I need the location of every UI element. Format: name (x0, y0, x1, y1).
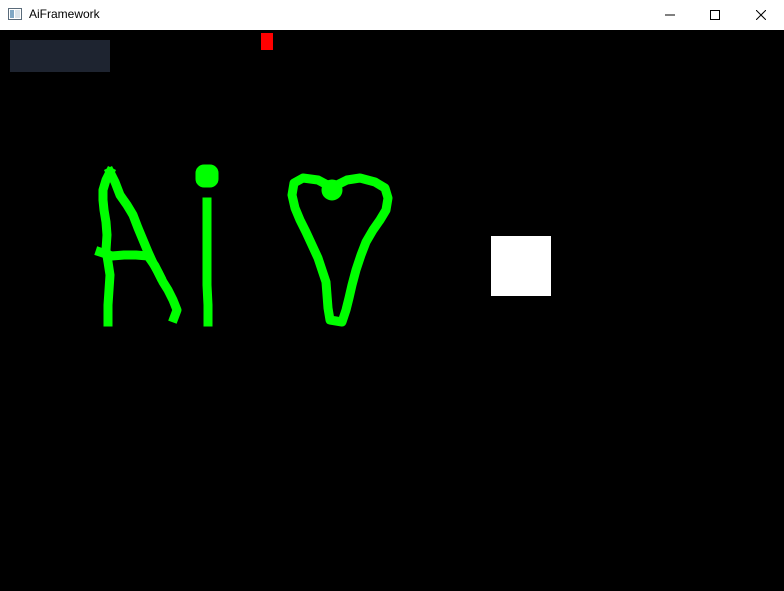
window-title: AiFramework (29, 7, 100, 21)
white-square (491, 236, 551, 296)
stroke-letter-i-dot (195, 164, 219, 188)
green-strokes (94, 164, 393, 327)
stroke-letter-i-stem (202, 197, 213, 327)
minimize-button[interactable] (647, 0, 693, 30)
maximize-button[interactable] (692, 0, 738, 30)
close-button[interactable] (738, 0, 784, 30)
title-bar[interactable]: AiFramework (0, 0, 784, 30)
app-window-icon (8, 8, 22, 20)
app-window: AiFramework (0, 0, 784, 591)
stroke-letter-a-left (98, 165, 117, 327)
stroke-letter-a-right (103, 165, 182, 324)
stroke-heart-left (287, 173, 393, 327)
minimize-icon (665, 14, 675, 16)
close-icon (756, 10, 766, 20)
drawing-canvas[interactable] (0, 30, 784, 591)
stroke-heart-blob (321, 179, 343, 201)
handwritten-drawing (94, 164, 393, 327)
maximize-icon (710, 10, 720, 20)
